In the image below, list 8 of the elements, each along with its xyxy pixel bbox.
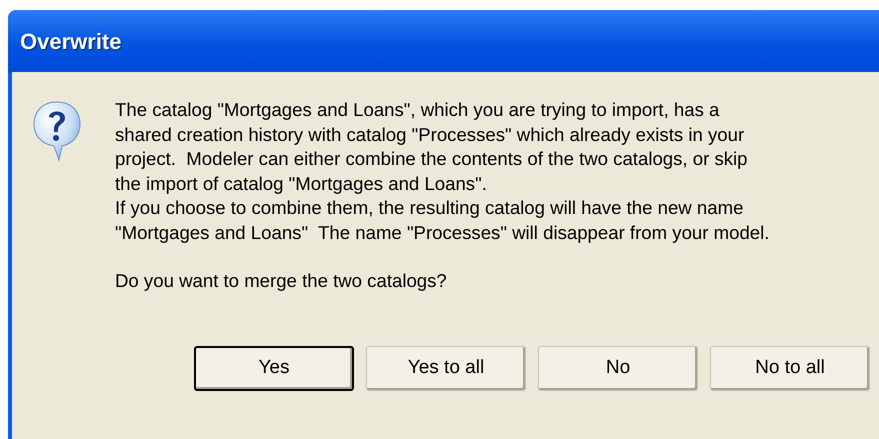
question-icon <box>32 100 82 162</box>
dialog-button[interactable]: No to all <box>710 346 870 390</box>
question-text: Do you want to merge the two catalogs? <box>115 269 448 293</box>
dialog-button[interactable]: Yes <box>194 346 354 390</box>
dialog-button[interactable]: No <box>538 346 698 390</box>
dialog-button[interactable]: Yes to all <box>366 346 526 390</box>
window-title: Overwrite <box>20 28 122 56</box>
message-text: The catalog "Mortgages and Loans", which you are trying to import, has a shared creation history with catalog "Processes" which already exists in your project. Modeler can either combine the contents of the two catalogs, or skip the import of catalog "Mortgages and Loans". If you choose to combine them, the resulting catalog will have the new name "Mortgages and Loans" The name "Processes" will disappear from your model. <box>115 98 770 245</box>
